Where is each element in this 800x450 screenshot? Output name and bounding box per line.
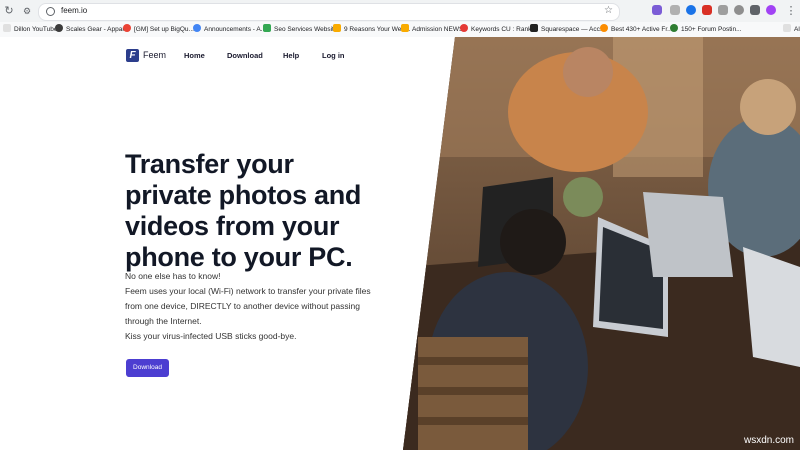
bookmark-item[interactable]: Dillon YouTube: [3, 24, 58, 35]
nav-download[interactable]: Download: [227, 51, 263, 60]
google-icon: [123, 24, 131, 32]
hero-line: Transfer your: [125, 149, 294, 179]
logo-text[interactable]: Feem: [143, 50, 166, 60]
page-info-icon[interactable]: ⚙: [20, 4, 34, 18]
body-text-line: Kiss your virus-infected USB sticks good…: [125, 331, 297, 341]
url-text[interactable]: feem.io: [61, 6, 87, 15]
bookmark-item[interactable]: Announcements - A...: [193, 24, 266, 35]
body-text-line: from one device, DIRECTLY to another dev…: [125, 301, 360, 311]
folder-icon: [3, 24, 11, 32]
feem-logo-icon[interactable]: F: [126, 49, 139, 62]
folder-icon: [401, 24, 409, 32]
site-favicon-icon: [263, 24, 271, 32]
extension-icon[interactable]: [702, 5, 712, 15]
extension-icon[interactable]: [718, 5, 728, 15]
people-working-laptops-image: [403, 37, 800, 450]
site-favicon-icon: [333, 24, 341, 32]
site-favicon-icon: [670, 24, 678, 32]
bookmark-item[interactable]: Best 430+ Active Fr...: [600, 24, 673, 35]
menu-icon[interactable]: ⋮: [784, 4, 798, 18]
address-bar[interactable]: feem.io ☆: [38, 3, 620, 21]
hero-heading: Transfer your private photos and videos …: [125, 149, 425, 273]
site-favicon-icon: [600, 24, 608, 32]
bookmark-item[interactable]: 150+ Forum Postin...: [670, 24, 742, 35]
bookmarks-bar: Dillon YouTube Scales Gear - Appar... [G…: [0, 22, 800, 38]
bookmark-item[interactable]: Scales Gear - Appar...: [55, 24, 130, 35]
download-button[interactable]: Download: [126, 359, 169, 377]
site-favicon-icon: [55, 24, 63, 32]
reload-icon[interactable]: ↻: [2, 4, 16, 18]
bookmark-item[interactable]: 9 Reasons Your Web...: [333, 24, 410, 35]
bookmark-item[interactable]: [GM] Set up BigQu...: [123, 24, 194, 35]
folder-icon: [783, 24, 791, 32]
browser-toolbar: ↻ ⚙ feem.io ☆ ⋮: [0, 0, 800, 23]
site-favicon-icon: [460, 24, 468, 32]
body-text-line: No one else has to know!: [125, 271, 221, 281]
bookmark-item[interactable]: Seo Services Websit...: [263, 24, 339, 35]
body-text-line: through the Internet.: [125, 316, 202, 326]
watermark-text: wsxdn.com: [743, 435, 794, 446]
nav-help[interactable]: Help: [283, 51, 299, 60]
hero-line: private photos and: [125, 180, 362, 210]
bookmark-star-icon[interactable]: ☆: [604, 5, 613, 16]
bookmark-item[interactable]: Squarespace — Acc...: [530, 24, 605, 35]
hero-line: phone to your PC.: [125, 242, 353, 272]
webpage: wsxdn.com F Feem Home Download Help Log …: [0, 37, 800, 450]
profile-avatar[interactable]: [766, 5, 776, 15]
google-icon: [193, 24, 201, 32]
extension-icon[interactable]: [686, 5, 696, 15]
squarespace-icon: [530, 24, 538, 32]
site-info-icon[interactable]: [46, 7, 55, 16]
extension-icon[interactable]: [652, 5, 662, 15]
body-text-line: Feem uses your local (Wi-Fi) network to …: [125, 286, 371, 296]
extensions-puzzle-icon[interactable]: [750, 5, 760, 15]
hero-line: videos from your: [125, 211, 340, 241]
bookmark-item[interactable]: Admission NEWS: [401, 24, 463, 35]
bookmark-item[interactable]: Al: [783, 24, 800, 35]
extension-icon[interactable]: [670, 5, 680, 15]
bookmark-item[interactable]: Keywords CU : Rank...: [460, 24, 537, 35]
nav-home[interactable]: Home: [184, 51, 205, 60]
hero-photo: wsxdn.com: [403, 37, 800, 450]
extension-icon[interactable]: [734, 5, 744, 15]
nav-login[interactable]: Log in: [322, 51, 345, 60]
